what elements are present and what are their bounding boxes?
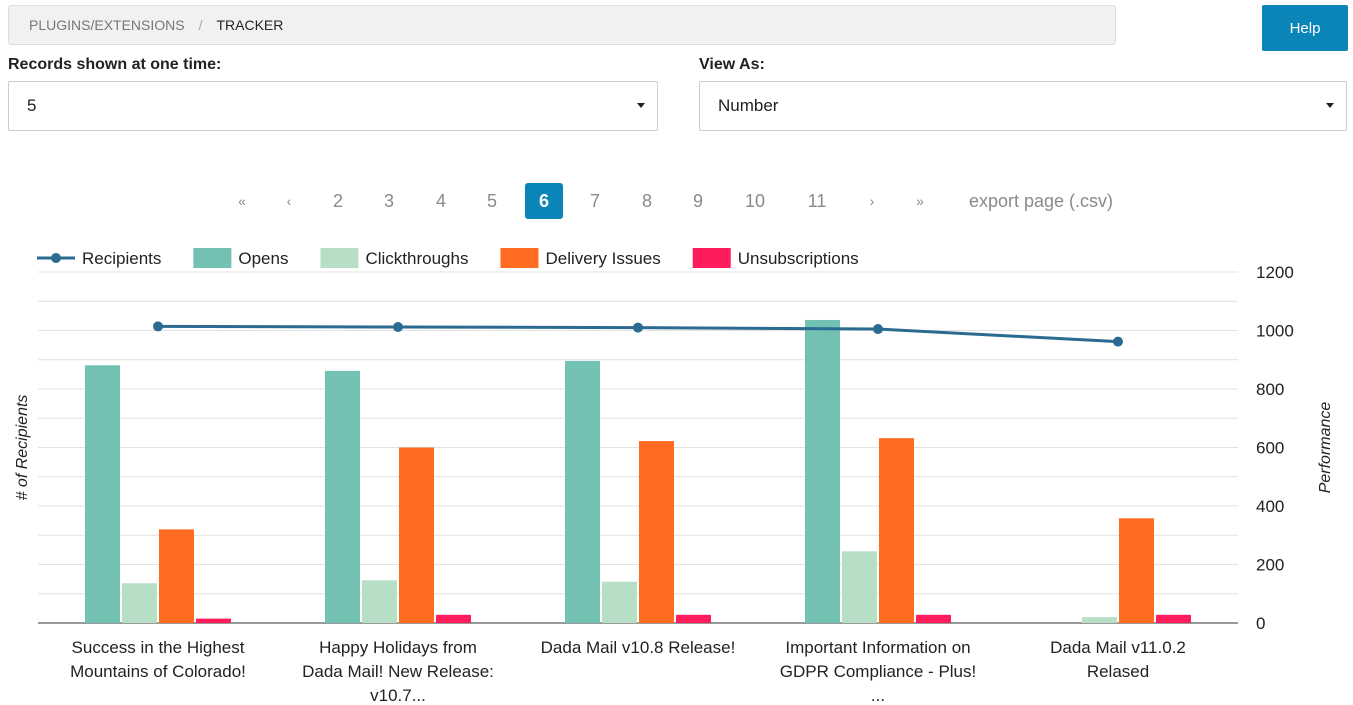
pagination-page[interactable]: 2 [326,183,350,219]
bar-clickthroughs [362,580,397,623]
export-csv-link[interactable]: export page (.csv) [955,183,1127,219]
legend-swatch-point [51,253,61,263]
bar-unsubscriptions [676,614,711,623]
legend-label: Clickthroughs [365,249,468,268]
records-select[interactable]: 5 [8,81,658,131]
legend-label: Delivery Issues [545,249,660,268]
bar-delivery-issues [879,438,914,623]
records-label: Records shown at one time: [8,56,222,73]
y-axis-title: # of Recipients [14,395,31,501]
y-tick-label: 1000 [1256,322,1294,341]
bar-delivery-issues [1119,518,1154,623]
y-tick-label: 0 [1256,614,1265,633]
bar-delivery-issues [399,447,434,623]
bar-opens [85,365,120,623]
pagination-page-active[interactable]: 6 [525,183,563,219]
help-button[interactable]: Help [1262,5,1348,51]
bar-delivery-issues [639,441,674,623]
performance-chart: 0 200 400 600 800 1000 1200 # of Recipients Perf… [14,248,1334,705]
bar-opens [325,370,360,623]
pagination-last[interactable]: » [912,183,928,219]
x-tick-label: Mountains of Colorado! [70,662,246,681]
x-tick-label: ... [871,686,885,705]
records-select-value: 5 [27,96,37,115]
pagination-page[interactable]: 4 [429,183,453,219]
breadcrumb-parent[interactable]: PLUGINS/EXTENSIONS [29,17,185,33]
x-tick-label: Success in the Highest [72,638,245,657]
line-point-recipients [393,321,403,332]
view-as-select-value: Number [718,96,779,115]
pagination-page[interactable]: 8 [635,183,659,219]
bar-clickthroughs [1082,617,1117,623]
breadcrumb-separator: / [198,17,203,33]
x-tick-label: Happy Holidays from [319,638,477,657]
line-point-recipients [153,321,163,332]
chevron-down-icon [637,103,645,108]
x-tick-label: v10.7... [370,686,426,705]
y2-axis-title: Performance [1317,402,1334,494]
legend-swatch [692,248,731,268]
view-as-label: View As: [699,56,765,73]
x-tick-label: Dada Mail v10.8 Release! [541,638,736,657]
pagination-page[interactable]: 7 [583,183,607,219]
line-point-recipients [1113,336,1123,347]
pagination-page[interactable]: 5 [480,183,504,219]
x-tick-label: Dada Mail! New Release: [302,662,494,681]
legend-swatch [500,248,539,268]
line-point-recipients [873,324,883,335]
bar-unsubscriptions [1156,614,1191,623]
x-tick-label: GDPR Compliance - Plus! [780,662,977,681]
breadcrumb-current: TRACKER [216,17,284,33]
line-point-recipients [633,322,643,333]
bar-opens [805,319,840,623]
bar-unsubscriptions [916,614,951,623]
view-as-select[interactable]: Number [699,81,1347,131]
bar-clickthroughs [602,581,637,623]
bar-unsubscriptions [196,618,231,623]
legend-label: Opens [238,249,288,268]
y-tick-label: 400 [1256,497,1284,516]
bar-clickthroughs [122,583,157,623]
pagination-page[interactable]: 11 [800,183,834,219]
chevron-down-icon [1326,103,1334,108]
y-tick-label: 1200 [1256,263,1294,282]
legend-swatch [193,248,232,268]
pagination-next[interactable]: › [865,183,879,219]
pagination-prev[interactable]: ‹ [282,183,296,219]
bar-opens [565,360,600,623]
y-tick-label: 200 [1256,556,1284,575]
x-tick-label: Relased [1087,662,1149,681]
pagination-page[interactable]: 3 [377,183,401,219]
y-tick-label: 600 [1256,439,1284,458]
breadcrumb: PLUGINS/EXTENSIONS / TRACKER [8,5,1116,45]
legend-label: Recipients [82,249,161,268]
pagination-page[interactable]: 10 [738,183,772,219]
pagination-page[interactable]: 9 [686,183,710,219]
pagination-first[interactable]: « [234,183,250,219]
legend-swatch [320,248,359,268]
bar-unsubscriptions [436,614,471,623]
bar-delivery-issues [159,529,194,623]
bar-clickthroughs [842,551,877,623]
legend-label: Unsubscriptions [738,249,859,268]
y-tick-label: 800 [1256,380,1284,399]
x-tick-label: Dada Mail v11.0.2 [1050,638,1186,657]
x-tick-label: Important Information on [785,638,970,657]
